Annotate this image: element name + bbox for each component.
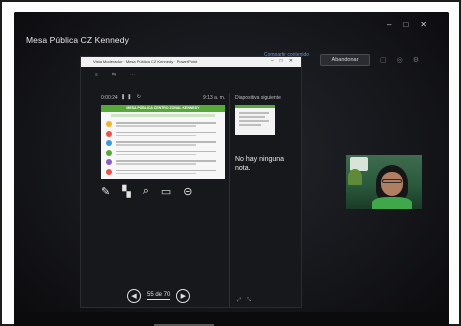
- slide-subtitle-bar: [111, 114, 215, 117]
- presenter-minimize-button[interactable]: –: [271, 58, 274, 64]
- bullet-dot: [106, 121, 112, 127]
- settings-icon[interactable]: ⚙: [413, 56, 419, 64]
- slide-counter[interactable]: 55 de 70: [147, 292, 171, 300]
- presenter-window-controls: – □ ✕: [271, 58, 293, 64]
- presenter-tools: ✎ ▚ ⌕ ▭ ⊝: [101, 185, 192, 198]
- bullet-text-line: [116, 160, 216, 162]
- view-size-controls: ⤢ ⤡: [237, 297, 251, 303]
- elapsed-timer: 0:00:24: [101, 95, 118, 101]
- next-slide-line: [239, 124, 261, 126]
- presenter-menu: ≡ ⇆ ⋯: [95, 72, 135, 78]
- laser-icon[interactable]: ▚: [122, 185, 130, 198]
- slide-title: MESA PÚBLICA CENTRO ZONAL KENNEDY: [126, 106, 200, 110]
- menu-icon[interactable]: ≡: [95, 72, 98, 78]
- presenter-close-button[interactable]: ✕: [289, 58, 293, 64]
- participant-video[interactable]: [346, 155, 422, 209]
- bullet-dot: [106, 149, 112, 156]
- bullet-dot: [106, 168, 112, 175]
- slide-navigation: ◀ 55 de 70 ▶: [127, 289, 191, 303]
- monitor-screen: Mesa Pública CZ Kennedy – □ ✕ Compartir …: [14, 12, 449, 326]
- panel-divider[interactable]: [229, 93, 230, 307]
- bullet-dot: [106, 159, 112, 165]
- monitor-bezel-bottom: [14, 312, 449, 326]
- meeting-toolbar-icons: ▢ ◎ ⚙: [380, 56, 419, 64]
- expand-icon[interactable]: ⤢: [237, 297, 241, 303]
- next-slide-line: [239, 116, 265, 118]
- bullet-text-line: [116, 172, 196, 174]
- next-slide-line: [239, 120, 269, 122]
- participant-glasses: [382, 179, 402, 183]
- slide-bullet-row: [106, 140, 222, 147]
- next-slide-line: [239, 112, 269, 114]
- slide-bullet-row: [106, 130, 222, 138]
- bullet-dot: [106, 130, 112, 137]
- clock: 9:13 a. m.: [203, 95, 226, 101]
- more-options-icon[interactable]: ⋯: [130, 72, 135, 78]
- slide-bullet-row: [106, 149, 222, 157]
- next-slide-button[interactable]: ▶: [176, 289, 191, 303]
- previous-slide-button[interactable]: ◀: [127, 289, 141, 303]
- bullet-text-line: [116, 141, 216, 143]
- bullet-text-line: [116, 169, 216, 171]
- bullet-text-line: [116, 134, 196, 136]
- presenter-titlebar: Vista Moderador · Mesa Pública CZ Kenned…: [81, 57, 301, 67]
- slide-bullet-row: [106, 121, 222, 128]
- leave-button[interactable]: Abandonar: [320, 54, 370, 66]
- participant-face: [381, 172, 403, 196]
- photo-frame: Mesa Pública CZ Kennedy – □ ✕ Compartir …: [0, 0, 461, 326]
- presenter-maximize-button[interactable]: □: [280, 58, 283, 64]
- presenter-window-title: Vista Moderador · Mesa Pública CZ Kenned…: [93, 59, 198, 64]
- more-icon[interactable]: ⊝: [183, 185, 192, 198]
- next-slide-header: [235, 105, 275, 108]
- shrink-icon[interactable]: ⤡: [247, 297, 251, 303]
- timer-controls[interactable]: ❚❚ ↻: [121, 94, 143, 100]
- close-button[interactable]: ✕: [420, 20, 427, 29]
- bullet-text-line: [116, 131, 216, 133]
- bullet-dot: [106, 140, 112, 146]
- bullet-text-line: [116, 122, 216, 124]
- slide-bullet-row: [106, 168, 222, 176]
- next-slide-label: Diapositiva siguiente: [235, 95, 281, 101]
- participant-shirt: [372, 197, 412, 209]
- chat-icon[interactable]: ▢: [380, 56, 387, 64]
- pen-icon[interactable]: ✎: [101, 185, 110, 198]
- bullet-text-line: [116, 125, 196, 127]
- current-slide-preview: MESA PÚBLICA CENTRO ZONAL KENNEDY: [101, 105, 225, 179]
- minimize-button[interactable]: –: [387, 20, 391, 29]
- bullet-text-line: [116, 153, 196, 155]
- presenter-view-window: Vista Moderador · Mesa Pública CZ Kenned…: [80, 56, 302, 308]
- maximize-button[interactable]: □: [403, 20, 408, 29]
- next-slide-preview: [235, 105, 275, 135]
- swap-displays-icon[interactable]: ⇆: [112, 72, 116, 78]
- slide-bullet-row: [106, 159, 222, 166]
- bullet-text-line: [116, 163, 196, 165]
- people-icon[interactable]: ◎: [397, 56, 403, 64]
- window-controls: – □ ✕: [387, 20, 427, 29]
- speaker-notes[interactable]: No hay ninguna nota.: [235, 155, 295, 173]
- video-plant: [348, 169, 362, 185]
- bullet-text-line: [116, 144, 196, 146]
- screen-icon[interactable]: ▭: [161, 185, 171, 198]
- meeting-title: Mesa Pública CZ Kennedy: [26, 35, 129, 45]
- bullet-text-line: [116, 150, 216, 152]
- zoom-icon[interactable]: ⌕: [143, 185, 149, 198]
